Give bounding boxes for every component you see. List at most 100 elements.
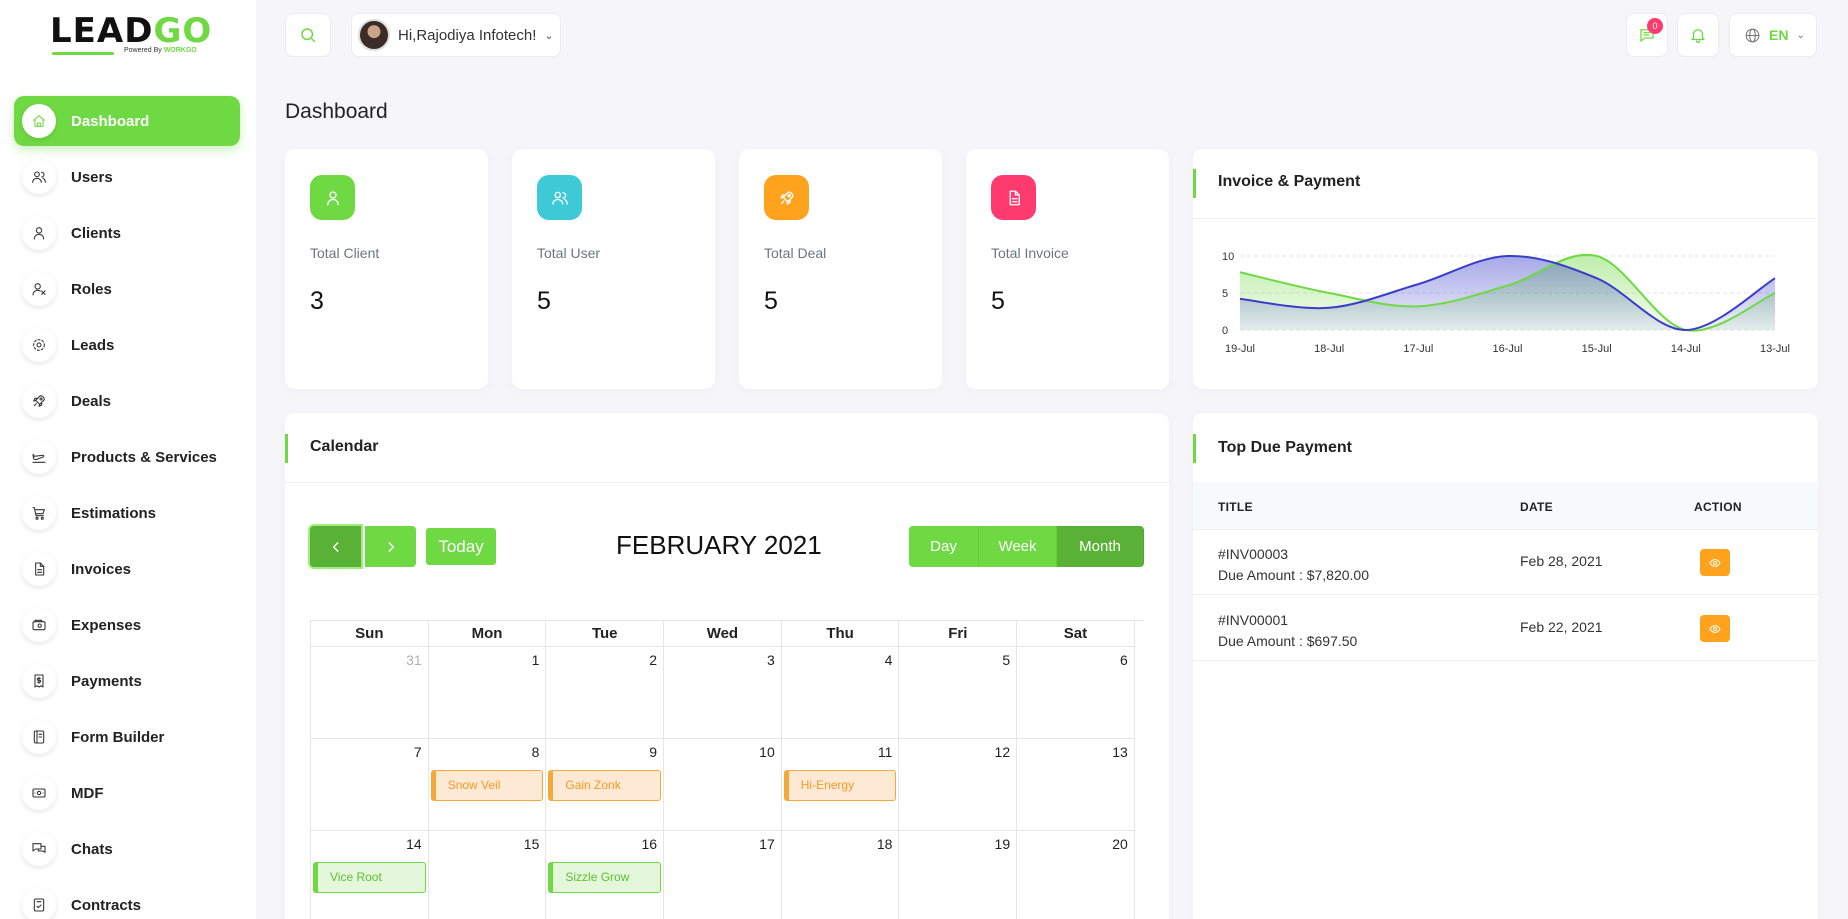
calendar-event[interactable]: Sizzle Grow <box>548 862 662 893</box>
calendar-day-cell[interactable]: 3 <box>664 647 782 739</box>
calendar-day-cell[interactable]: 8 Snow Veil <box>428 739 547 831</box>
calendar-event[interactable]: Hi-Energy <box>783 770 897 801</box>
calendar-day-cell[interactable]: 4 <box>781 647 900 739</box>
cart-icon <box>22 496 56 530</box>
sidebar-item-mdf[interactable]: MDF <box>14 768 240 818</box>
sidebar-item-products-services[interactable]: Products & Services <box>14 432 240 482</box>
calendar-day-cell[interactable]: 9 Gain Zonk <box>546 739 665 831</box>
due-date: Feb 22, 2021 <box>1520 619 1603 635</box>
view-week-button[interactable]: Week <box>979 526 1057 567</box>
card-title: Top Due Payment <box>1218 439 1352 456</box>
day-number: 31 <box>406 652 422 668</box>
notifications-button[interactable] <box>1677 13 1719 57</box>
sidebar-item-invoices[interactable]: Invoices <box>14 544 240 594</box>
user-menu[interactable]: Hi,Rajodiya Infotech! ⌄ <box>351 13 561 57</box>
users-icon <box>22 160 56 194</box>
calendar-day-cell[interactable]: 31 <box>311 647 429 739</box>
chevron-left-icon <box>332 541 338 552</box>
invoice-number[interactable]: #INV00003 <box>1218 544 1369 565</box>
sidebar-item-expenses[interactable]: Expenses <box>14 600 240 650</box>
invoice-number[interactable]: #INV00001 <box>1218 610 1357 631</box>
view-invoice-button[interactable] <box>1700 615 1730 642</box>
calendar-day-cell[interactable]: 14 Vice Root <box>311 831 429 919</box>
chevron-down-icon: ⌄ <box>1796 29 1805 41</box>
stat-card-total-deal: Total Deal 5 <box>739 149 942 389</box>
calendar-day-cell[interactable]: 17 <box>664 831 782 919</box>
calendar-day-cell[interactable]: 7 <box>311 739 429 831</box>
home-icon <box>22 104 56 138</box>
day-number: 4 <box>884 652 893 668</box>
calendar-day-cell[interactable]: 15 <box>429 831 547 919</box>
calendar-day-cell[interactable]: 1 <box>428 647 547 739</box>
file-icon <box>991 175 1036 220</box>
card-accent-bar <box>1193 434 1196 463</box>
sidebar-item-payments[interactable]: Payments <box>14 656 240 706</box>
due-amount: Due Amount : $7,820.00 <box>1218 567 1369 583</box>
file-icon <box>22 552 56 586</box>
sidebar-item-form-builder[interactable]: Form Builder <box>14 712 240 762</box>
leadgo-logo[interactable]: LEADGO Powered By WORKGO <box>50 11 211 60</box>
calendar-event[interactable]: Vice Root <box>313 862 426 893</box>
prev-month-button[interactable] <box>310 526 361 567</box>
calendar-view-group: Day Week Month <box>909 526 1144 567</box>
calendar-day-cell[interactable]: 6 <box>1017 647 1135 739</box>
messages-button[interactable]: 0 <box>1626 13 1668 57</box>
sidebar-item-chats[interactable]: Chats <box>14 824 240 874</box>
calendar-day-cell[interactable]: 20 <box>1017 831 1135 919</box>
target-icon <box>22 328 56 362</box>
calendar-day-cell[interactable]: 11 Hi-Energy <box>781 739 900 831</box>
powered-company-text: WORKGO <box>163 47 197 54</box>
view-month-button[interactable]: Month <box>1057 526 1144 567</box>
search-icon <box>301 28 316 43</box>
bill-icon <box>22 664 56 698</box>
view-invoice-button[interactable] <box>1700 549 1730 576</box>
page-title: Dashboard <box>285 100 388 123</box>
calendar-event[interactable]: Gain Zonk <box>548 770 662 801</box>
weekday-thu: Thu <box>781 621 900 647</box>
sidebar-item-roles[interactable]: Roles <box>14 264 240 314</box>
table-row: #INV00001 Due Amount : $697.50 Feb 22, 202… <box>1193 596 1818 661</box>
chart-y-tick-label: 5 <box>1222 288 1228 300</box>
calendar-day-cell[interactable]: 5 <box>899 647 1018 739</box>
user-x-icon <box>22 272 56 306</box>
day-number: 3 <box>766 652 775 668</box>
weekday-fri: Fri <box>899 621 1018 647</box>
calendar-week-row: 31 1 2 3 4 5 6 <box>311 647 1144 739</box>
today-button[interactable]: Today <box>426 528 496 565</box>
invoice-payment-chart: 0 5 10 19-Jul 18-Jul 17-Jul 16-Jul 15-Jul 14-Jul… <box>1222 251 1790 355</box>
avatar <box>358 19 390 51</box>
column-header-title: TITLE <box>1218 500 1253 514</box>
stat-value: 5 <box>764 287 778 315</box>
language-selector[interactable]: EN ⌄ <box>1729 13 1817 57</box>
invoice-payment-card: Invoice & Payment 0 5 10 19-Jul 18-Jul 17-Jul… <box>1193 149 1818 389</box>
search-button[interactable] <box>285 13 331 57</box>
sidebar-item-clients[interactable]: Clients <box>14 208 240 258</box>
calendar-day-cell[interactable]: 16 Sizzle Grow <box>546 831 665 919</box>
sidebar-item-leads[interactable]: Leads <box>14 320 240 370</box>
table-row: #INV00003 Due Amount : $7,820.00 Feb 28, 2… <box>1193 530 1818 595</box>
calendar-day-cell[interactable]: 10 <box>664 739 782 831</box>
logo-text-lead: LEAD <box>50 11 154 51</box>
day-number: 13 <box>1112 744 1128 760</box>
globe-icon <box>1745 28 1760 42</box>
day-number: 14 <box>406 836 422 852</box>
view-day-button[interactable]: Day <box>909 526 979 567</box>
chevron-down-icon: ⌄ <box>544 29 554 42</box>
sidebar-item-estimations[interactable]: Estimations <box>14 488 240 538</box>
calendar-day-cell[interactable]: 13 <box>1017 739 1135 831</box>
sidebar-item-deals[interactable]: Deals <box>14 376 240 426</box>
sidebar-nav: Dashboard Users Clients Roles Leads Deals Prod… <box>14 96 240 919</box>
next-month-button[interactable] <box>365 526 416 567</box>
cash-icon <box>22 776 56 810</box>
day-number: 19 <box>994 836 1011 852</box>
calendar-day-cell[interactable]: 18 <box>782 831 900 919</box>
sidebar-item-dashboard[interactable]: Dashboard <box>14 96 240 146</box>
calendar-day-cell[interactable]: 12 <box>899 739 1018 831</box>
calendar-day-cell[interactable]: 19 <box>899 831 1018 919</box>
calendar-day-cell[interactable]: 2 <box>546 647 665 739</box>
calendar-event[interactable]: Snow Veil <box>430 770 544 801</box>
sidebar-item-contracts[interactable]: Contracts <box>14 880 240 919</box>
sidebar-item-users[interactable]: Users <box>14 152 240 202</box>
card-title: Calendar <box>310 438 379 455</box>
due-date: Feb 28, 2021 <box>1520 553 1603 569</box>
